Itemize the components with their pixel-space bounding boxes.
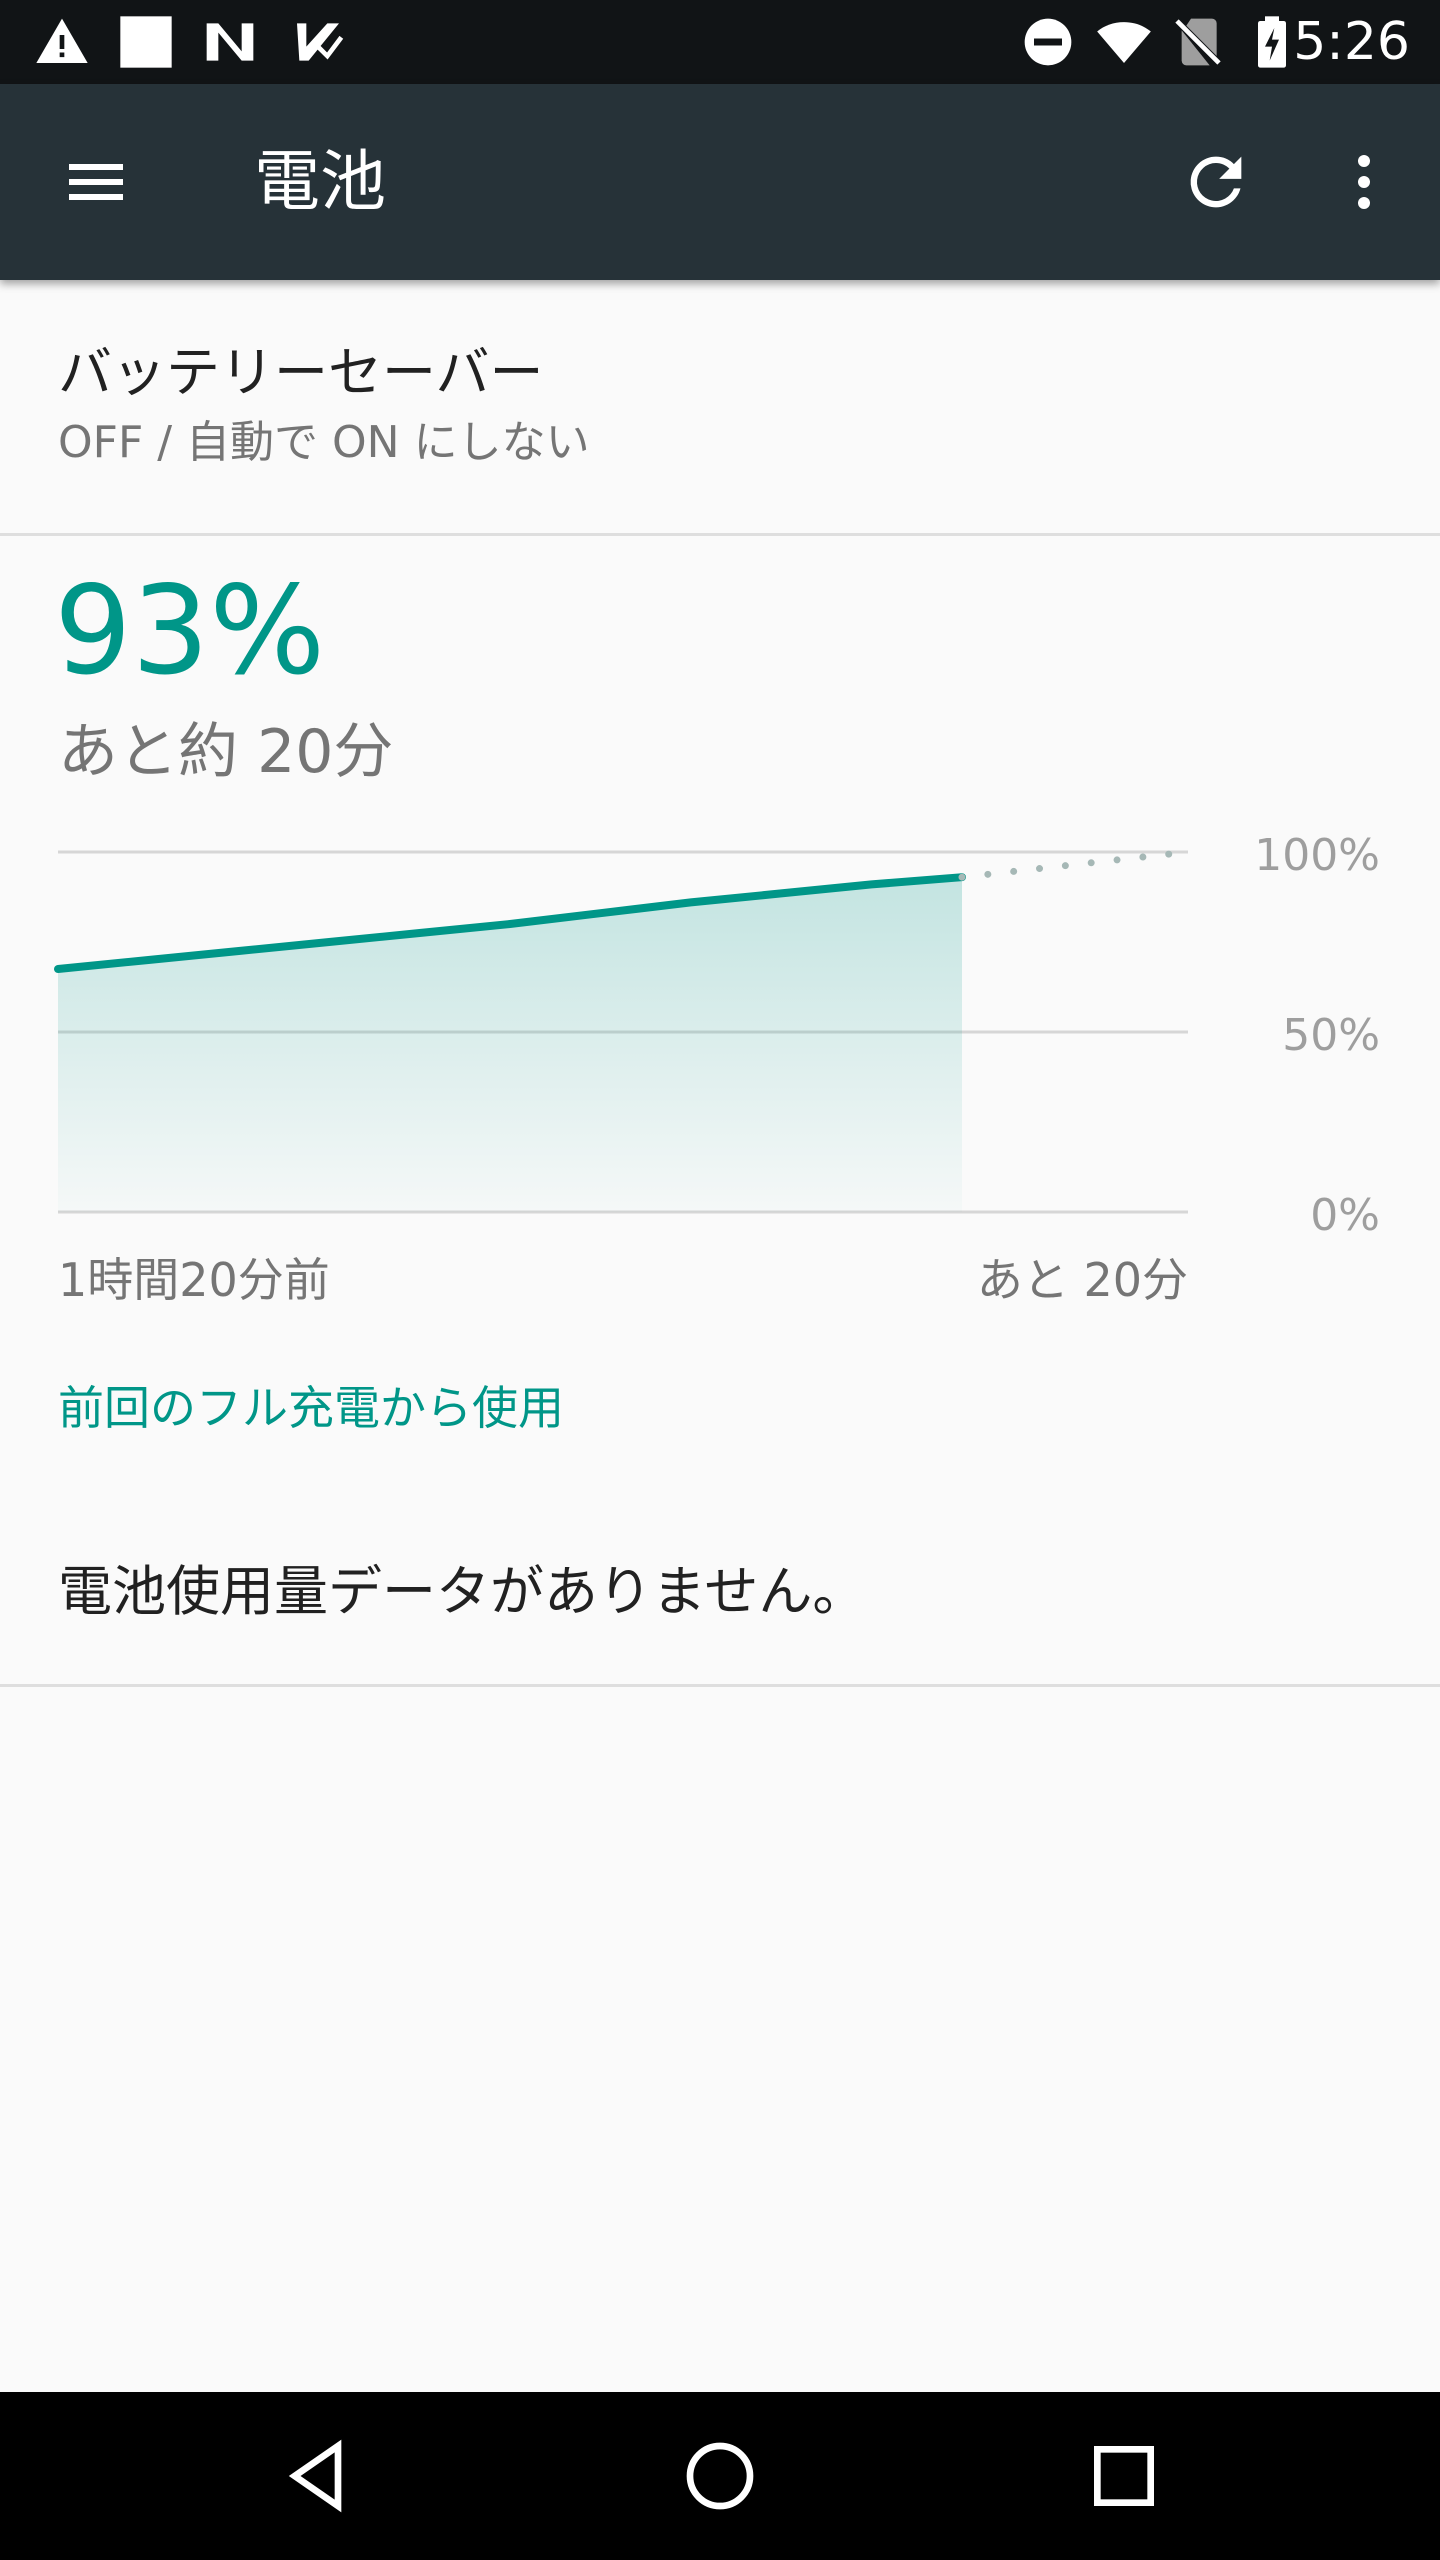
- no-sim-icon: [1170, 14, 1226, 70]
- battery-charging-icon: [1244, 14, 1300, 70]
- y-tick-label-50: 50%: [1282, 1010, 1380, 1061]
- more-vert-icon: [1358, 155, 1370, 209]
- no-usage-data-message: 電池使用量データがありません。: [58, 1560, 867, 1623]
- do-not-disturb-icon: [1020, 14, 1076, 70]
- recents-button[interactable]: [1064, 2416, 1184, 2536]
- battery-history-chart: [54, 848, 1192, 1214]
- divider: [0, 1684, 1440, 1687]
- y-tick-label-100: 100%: [1254, 830, 1380, 881]
- blank-notification-icon: [118, 14, 174, 70]
- battery-saver-row[interactable]: [0, 282, 1440, 534]
- battery-percentage: 93%: [54, 560, 326, 702]
- home-icon: [686, 2442, 754, 2510]
- n-notification-icon: [202, 14, 258, 70]
- projected-battery-line: [958, 848, 1192, 881]
- task-check-icon: [290, 14, 346, 70]
- refresh-button[interactable]: [1166, 132, 1266, 232]
- app-bar: 電池: [0, 84, 1440, 280]
- navigation-bar: [0, 2392, 1440, 2560]
- back-icon: [288, 2439, 342, 2513]
- divider: [0, 533, 1440, 536]
- usage-since-full-charge-link[interactable]: 前回のフル充電から使用: [58, 1376, 564, 1440]
- refresh-icon: [1190, 156, 1242, 208]
- x-axis-end-label: あと 20分: [976, 1253, 1188, 1307]
- status-bar: 5:26: [0, 0, 1440, 84]
- page-title: 電池: [254, 143, 386, 220]
- wifi-icon: [1096, 14, 1152, 70]
- back-button[interactable]: [258, 2416, 378, 2536]
- battery-saver-status: OFF / 自動で ON にしない: [58, 417, 590, 468]
- status-clock: 5:26: [1293, 12, 1410, 72]
- y-tick-label-0: 0%: [1310, 1190, 1380, 1241]
- menu-button[interactable]: [46, 132, 146, 232]
- overflow-menu-button[interactable]: [1314, 132, 1414, 232]
- home-button[interactable]: [660, 2416, 780, 2536]
- menu-icon: [69, 164, 123, 200]
- warning-icon: [34, 14, 90, 70]
- battery-saver-title: バッテリーセーバー: [58, 341, 544, 404]
- recents-icon: [1094, 2446, 1154, 2506]
- x-axis-start-label: 1時間20分前: [58, 1253, 330, 1307]
- battery-time-remaining: あと約 20分: [58, 717, 394, 787]
